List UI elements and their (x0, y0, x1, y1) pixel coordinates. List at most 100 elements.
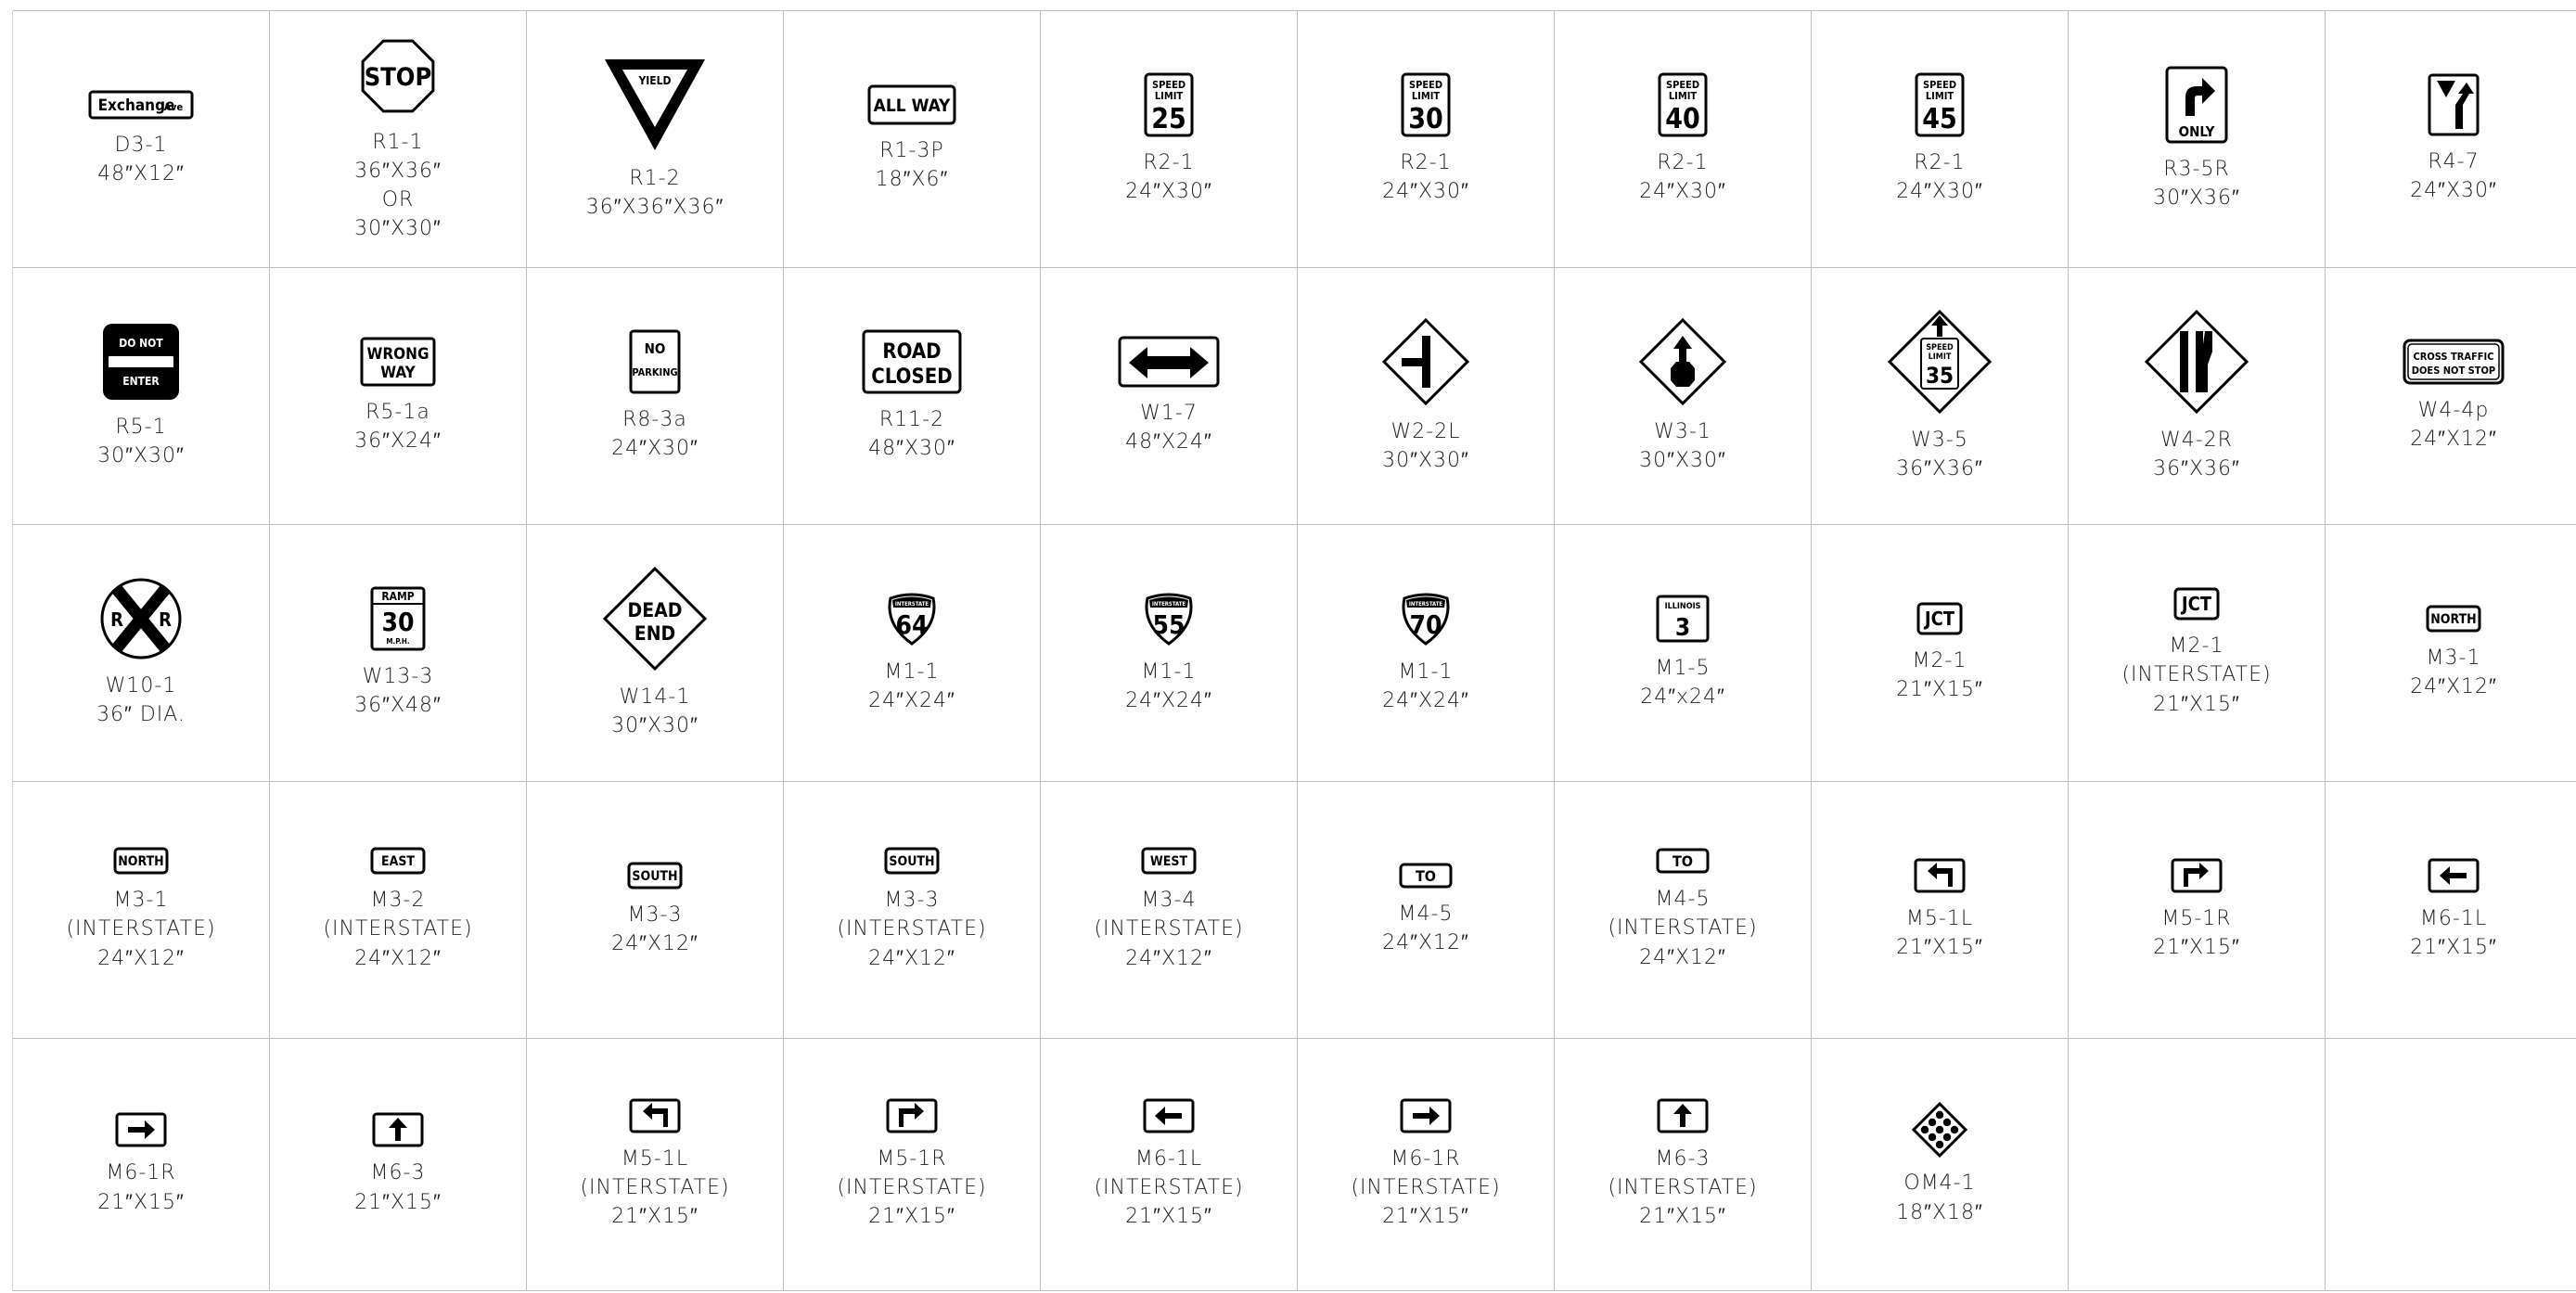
keep-right-sign-icon (2428, 73, 2480, 140)
sign-size-line: 21″X15″ (97, 1190, 185, 1214)
sign-cell-m3-1: NORTH M3-1 24″X12″ (2326, 525, 2576, 782)
sign-size-line: 36″ DIA. (96, 703, 186, 726)
svg-text:INTERSTATE: INTERSTATE (1152, 601, 1186, 608)
sign-code: M6-1R (106, 1161, 176, 1185)
reduced-speed-ahead-sign-icon: SPEED LIMIT 35 (1887, 309, 1993, 418)
sign-size-line: 24″X12″ (1382, 931, 1469, 954)
sign-size-line: 24″X24″ (1382, 689, 1469, 712)
sign-size-line: 30″X30″ (97, 444, 185, 467)
sign-size-line: (INTERSTATE) (323, 917, 473, 941)
svg-text:ILLINOIS: ILLINOIS (1665, 602, 1701, 611)
sign-size-line: 24″X30″ (1382, 180, 1469, 203)
sign-size-line: 24″x24″ (1640, 685, 1725, 709)
sign-code: M6-3 (370, 1161, 426, 1185)
svg-text:70: 70 (1409, 609, 1442, 640)
svg-text:WEST: WEST (1150, 854, 1188, 869)
double-arrow-sign-icon (1118, 336, 1220, 391)
sign-caption: M1-1 24″X24″ (1125, 658, 1212, 715)
sign-code: R4-7 (2428, 149, 2480, 173)
sign-cell-m1-1: INTERSTATE 55 M1-1 24″X24″ (1041, 525, 1298, 782)
sign-size-line: 24″X30″ (1639, 180, 1726, 203)
svg-text:64: 64 (895, 609, 928, 640)
sign-caption: M1-1 24″X24″ (1382, 658, 1469, 715)
sign-caption: M5-1L (INTERSTATE) 21″X15″ (580, 1145, 729, 1232)
sign-caption: W1-7 48″X24″ (1125, 399, 1212, 456)
sign-code: M3-3 (627, 903, 683, 927)
sign-code: R11-2 (878, 407, 945, 431)
sign-caption: W2-2L 30″X30″ (1382, 417, 1469, 475)
sign-size-line: 21″X15″ (1639, 1205, 1726, 1229)
sign-caption: M6-1R 21″X15″ (97, 1159, 185, 1216)
sign-size-line: 24″X24″ (1125, 689, 1212, 712)
sign-code: OM4-1 (1903, 1171, 1976, 1196)
sign-code: R1-3P (879, 138, 944, 162)
sign-caption: R5-1a 36″X24″ (354, 398, 442, 455)
sign-code: D3-1 (114, 133, 168, 157)
svg-text:CLOSED: CLOSED (871, 365, 952, 389)
sign-code: M3-2 (370, 889, 426, 913)
svg-text:DO NOT: DO NOT (119, 337, 163, 350)
sign-code: R2-1 (1143, 150, 1195, 174)
svg-text:45: 45 (1922, 103, 1957, 135)
svg-text:DEAD: DEAD (628, 599, 683, 621)
svg-text:JCT: JCT (1924, 608, 1955, 630)
sign-caption: R2-1 24″X30″ (1125, 148, 1212, 206)
sign-size-line: (INTERSTATE) (1094, 1175, 1244, 1199)
side-road-sign-icon (1381, 317, 1470, 410)
sign-size-line: 36″X36″ (1896, 457, 1983, 480)
sign-caption: M5-1R 21″X15″ (2153, 904, 2240, 962)
road-closed-sign-icon: ROAD CLOSED (862, 329, 962, 398)
sign-size-line: 24″X12″ (2410, 428, 2497, 451)
sign-caption: W3-1 30″X30″ (1639, 417, 1726, 475)
sign-code: M6-1L (1134, 1146, 1203, 1171)
sign-cell-r4-7: R4-7 24″X30″ (2326, 11, 2576, 268)
sign-code: R5-1 (115, 415, 167, 439)
sign-caption: M2-1 (INTERSTATE) 21″X15″ (2121, 632, 2271, 719)
sign-size-line: 24″X30″ (611, 437, 698, 460)
sign-code: M5-1R (877, 1146, 947, 1171)
sign-size-line: (INTERSTATE) (66, 917, 216, 941)
svg-text:30: 30 (1408, 103, 1443, 135)
sign-code: R1-2 (629, 166, 681, 190)
sign-code: W13-3 (362, 664, 434, 688)
sign-cell-r1-1: STOP R1-1 36″X36″ OR 30″X30″ (270, 11, 527, 268)
sign-code: M4-5 (1398, 902, 1454, 926)
sign-size-line: 21″X15″ (611, 1205, 698, 1229)
sign-size-line: 21″X15″ (2153, 936, 2240, 959)
sign-size-line: 21″X15″ (354, 1190, 442, 1214)
sign-caption: M6-1R (INTERSTATE) 21″X15″ (1351, 1145, 1500, 1232)
sign-caption: D3-1 48″X12″ (97, 131, 185, 188)
turn-right-arrow-plaque-icon (886, 1098, 938, 1137)
sign-code: M1-1 (884, 659, 940, 684)
sign-size-line: 21″X15″ (2410, 936, 2497, 959)
sign-size-line: (INTERSTATE) (1608, 916, 1758, 941)
speed-limit-sign-icon: SPEED LIMIT 40 (1658, 72, 1708, 141)
sign-caption: R2-1 24″X30″ (1639, 148, 1726, 206)
sign-caption: M6-3 21″X15″ (354, 1159, 442, 1216)
sign-caption: M6-1L 21″X15″ (2410, 904, 2497, 962)
sign-code: W10-1 (105, 673, 177, 698)
sign-cell-m3-3: SOUTH M3-3 (INTERSTATE) 24″X12″ (784, 782, 1041, 1039)
svg-text:NORTH: NORTH (118, 854, 163, 869)
stop-ahead-sign-icon (1638, 317, 1727, 410)
sign-size-line: 24″X12″ (2410, 675, 2497, 698)
sign-size-line: (INTERSTATE) (580, 1175, 730, 1199)
dead-end-sign-icon: DEAD END (602, 566, 708, 675)
speed-limit-sign-icon: SPEED LIMIT 30 (1401, 72, 1451, 141)
sign-caption: R5-1 30″X30″ (97, 413, 185, 470)
svg-text:STOP: STOP (365, 63, 432, 92)
sign-cell-w3-5: SPEED LIMIT 35 W3-5 36″X36″ (1812, 268, 2069, 525)
sign-code: M3-4 (1141, 889, 1197, 913)
interstate-shield-icon: INTERSTATE 64 (885, 591, 939, 650)
sign-code: M1-1 (1398, 659, 1454, 684)
sign-size-line: 36″X36″ (354, 159, 442, 183)
sign-code: M1-1 (1141, 659, 1197, 684)
svg-text:SOUTH: SOUTH (632, 869, 677, 884)
sign-caption: M4-5 24″X12″ (1382, 900, 1469, 957)
yield-sign-icon: YIELD (602, 57, 708, 157)
svg-text:LIMIT: LIMIT (1669, 90, 1698, 102)
state-route-sign-icon: ILLINOIS 3 (1656, 595, 1710, 646)
sign-caption: M3-3 (INTERSTATE) 24″X12″ (837, 886, 986, 973)
sign-cell-m1-1: INTERSTATE 70 M1-1 24″X24″ (1298, 525, 1555, 782)
svg-text:3: 3 (1675, 614, 1690, 642)
